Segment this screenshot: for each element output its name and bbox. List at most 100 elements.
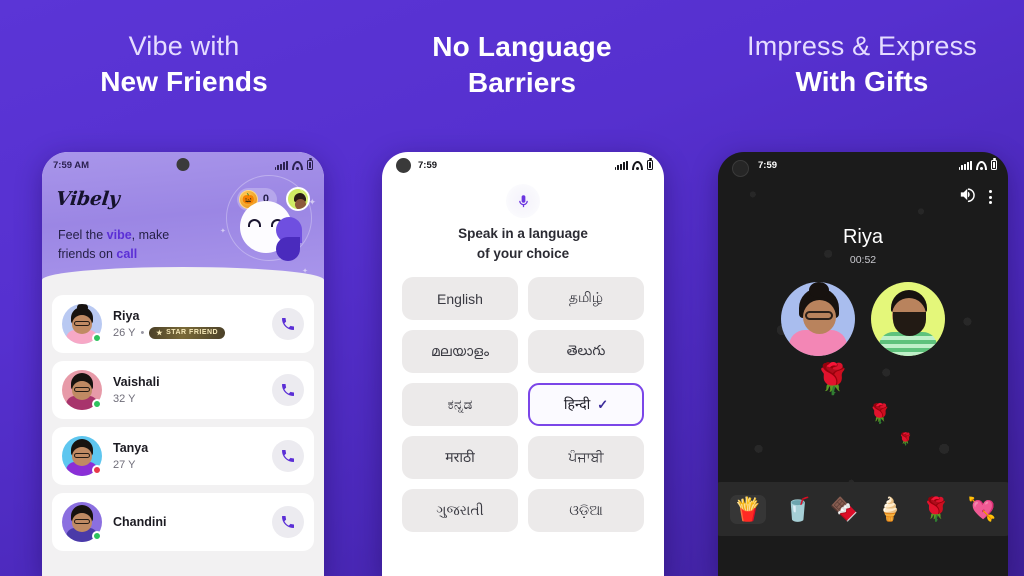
language-option[interactable]: தமிழ்	[528, 277, 644, 321]
tagline-line2-pre: friends on	[58, 247, 117, 262]
contact-age: 27 Y	[113, 458, 136, 471]
mic-badge	[382, 184, 664, 218]
headline-3-line1: Impress & Express	[747, 31, 977, 61]
battery-icon	[306, 158, 313, 170]
headline-2: No Language Barriers	[362, 30, 682, 102]
speaker-icon[interactable]	[958, 186, 975, 208]
status-bar: 7:59 AM	[42, 152, 324, 178]
hero-tagline: Feel the vibe, make friends on call	[42, 216, 324, 265]
headline-1-line2: New Friends	[100, 65, 268, 97]
language-option[interactable]: मराठी	[402, 436, 518, 480]
check-icon: ✓	[597, 396, 609, 412]
receiver-avatar	[871, 282, 945, 356]
language-label: मराठी	[445, 449, 475, 466]
status-bar: 7:59	[382, 152, 664, 178]
status-badge-label: STAR FRIEND	[166, 329, 219, 337]
phone-mockup-call: 7:59 Riya 00:52 🌹 🌹 🌹 🍟 🥤 🍫 🍦 🌹 💘	[718, 152, 1008, 576]
floating-roses: 🌹 🌹 🌹	[718, 356, 1008, 448]
contact-avatar	[62, 501, 102, 542]
headline-2-line1: No Language	[432, 31, 612, 62]
contact-avatar	[62, 369, 102, 410]
icecream-gift[interactable]: 🍦	[876, 497, 905, 521]
status-badge: ★ STAR FRIEND	[149, 326, 226, 339]
signal-bars-icon	[614, 160, 628, 170]
contact-age: 26 Y	[113, 326, 136, 339]
contact-name: Riya	[113, 308, 140, 323]
contact-name: Tanya	[113, 440, 149, 455]
language-label: English	[437, 290, 483, 307]
phone-mockup-language: 7:59 Speak in a language of your choice …	[382, 152, 664, 576]
signal-bars-icon	[274, 160, 288, 170]
headline-2-line2: Barriers	[467, 67, 577, 99]
language-label: ಕನ್ನಡ	[447, 396, 473, 413]
hi-fries-gift[interactable]: 🍟	[729, 494, 767, 524]
contact-row[interactable]: Chandini	[52, 492, 314, 551]
tagline-highlight-vibe: vibe	[106, 228, 132, 242]
rose-gift[interactable]: 🌹	[922, 497, 951, 521]
language-grid: English தமிழ் മലയാളം తెలుగు ಕನ್ನಡ हिन्दी ✓ मराठ…	[382, 263, 664, 533]
status-time: 7:59	[418, 159, 438, 171]
language-prompt-line2: of your choice	[476, 245, 570, 261]
status-bar: 7:59	[718, 152, 1008, 178]
heart-arrow-gift[interactable]: 💘	[968, 497, 997, 521]
wifi-icon	[631, 160, 643, 170]
contact-avatar	[62, 435, 102, 476]
floating-rose-icon: 🌹	[814, 363, 852, 396]
presence-dot	[92, 332, 102, 343]
iced-drink-gift[interactable]: 🥤	[784, 497, 813, 521]
signal-bars-icon	[958, 160, 972, 170]
home-hero: 7:59 AM Vibely 🎃 0 Feel the vibe, make f…	[42, 152, 324, 293]
contact-row[interactable]: Riya 26 Y • ★ STAR FRIEND	[52, 294, 314, 353]
contact-avatar	[62, 303, 102, 344]
language-label: മലയാളം	[430, 343, 490, 360]
floating-rose-icon: 🌹	[898, 432, 913, 446]
presence-dot	[92, 464, 102, 475]
contact-name: Chandini	[113, 514, 167, 529]
headline-1: Vibe with New Friends	[24, 30, 344, 101]
battery-icon	[990, 158, 997, 170]
language-option[interactable]: English	[402, 277, 518, 321]
language-option[interactable]: ગુજરાતી	[402, 489, 518, 533]
contact-row[interactable]: Vaishali 32 Y	[52, 360, 314, 419]
hero-wave-divider	[42, 266, 324, 293]
phone-call-icon[interactable]	[272, 307, 304, 340]
contact-row[interactable]: Tanya 27 Y	[52, 426, 314, 485]
tagline-highlight-call: call	[116, 247, 138, 262]
language-label: ગુજરાતી	[436, 502, 484, 519]
headline-1-line1: Vibe with	[128, 31, 240, 61]
floating-rose-icon: 🌹	[868, 404, 892, 425]
status-time: 7:59	[758, 159, 778, 171]
language-label: हिन्दी	[563, 396, 591, 413]
wifi-icon	[975, 160, 987, 170]
language-prompt-line1: Speak in a language	[458, 226, 588, 241]
language-prompt: Speak in a language of your choice	[382, 224, 664, 263]
tagline-pre: Feel the	[58, 228, 107, 242]
promo-banner: Vibe with New Friends No Language Barrie…	[0, 0, 1024, 576]
sparkle-icon: ✦	[308, 196, 316, 207]
microphone-icon	[506, 184, 540, 218]
call-action-bar	[718, 178, 1008, 208]
contact-name: Vaishali	[113, 374, 160, 389]
headline-3: Impress & Express With Gifts	[702, 30, 1022, 101]
language-option[interactable]: ಕನ್ನಡ	[402, 383, 518, 427]
language-option[interactable]: తెలుగు	[528, 330, 644, 374]
language-label: தமிழ்	[568, 289, 604, 306]
language-option[interactable]: ਪੰਜਾਬੀ	[528, 436, 644, 480]
presence-dot	[92, 398, 102, 409]
tagline-mid: , make	[131, 228, 170, 242]
language-option[interactable]: മലയാളം	[402, 330, 518, 374]
chocolate-gift[interactable]: 🍫	[830, 497, 859, 521]
caller-name: Riya	[842, 226, 883, 248]
phone-call-icon[interactable]	[272, 505, 304, 538]
kebab-menu-icon[interactable]	[989, 190, 992, 204]
language-option-selected[interactable]: हिन्दी ✓	[528, 383, 644, 427]
phone-call-icon[interactable]	[272, 373, 304, 406]
phone-call-icon[interactable]	[272, 439, 304, 472]
gift-tray: 🍟 🥤 🍫 🍦 🌹 💘	[718, 482, 1008, 536]
contacts-list: Riya 26 Y • ★ STAR FRIEND Vaishali 32 Y Tanya 27…	[42, 292, 324, 551]
separator-dot: •	[140, 326, 145, 339]
language-label: ਪੰਜਾਬੀ	[568, 449, 604, 466]
status-time: 7:59 AM	[53, 159, 90, 171]
call-timer: 00:52	[849, 254, 877, 266]
language-option[interactable]: ଓଡ଼ିଆ	[528, 489, 644, 533]
